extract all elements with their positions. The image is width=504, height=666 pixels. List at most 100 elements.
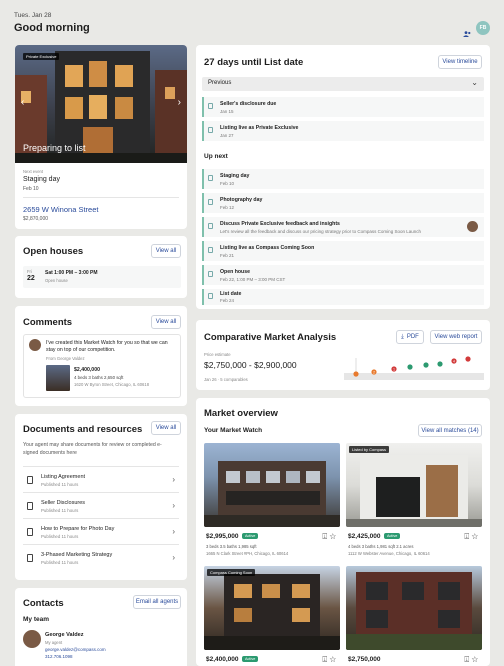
thumbs-down-icon[interactable]: ⍗ [464, 655, 469, 664]
timeline-item[interactable]: Listing live as Private Exclusive Jan 27 [202, 121, 484, 141]
document-subtitle: Published 11 hours [41, 482, 79, 487]
timeline-item[interactable]: Staging day Feb 10 [202, 169, 484, 189]
view-timeline-button[interactable]: View timeline [438, 55, 482, 69]
timeline-item-title: Seller's disclosure due [220, 101, 277, 107]
open-houses-view-all-button[interactable]: View all [151, 244, 181, 258]
listing-actions: ⍗ ☆ [322, 532, 336, 542]
open-houses-title: Open houses [23, 246, 84, 257]
agent-avatar [23, 630, 41, 648]
open-house-type: Open house [45, 278, 68, 283]
listing-status-badge: Active [242, 533, 259, 539]
chevron-left-icon[interactable]: ‹ [21, 97, 24, 108]
agent-phone[interactable]: 312.706.1098 [45, 654, 73, 659]
email-all-agents-button[interactable]: Email all agents [133, 595, 181, 609]
timeline-item[interactable]: Listing live as Compass Coming Soon Feb … [202, 241, 484, 261]
document-item[interactable]: 3-Phased Marketing Strategy Published 11… [23, 544, 179, 570]
timeline-item-desc: Let's review all the feedback and discus… [220, 229, 421, 234]
comparable-marker[interactable] [465, 356, 471, 362]
people-icon[interactable] [463, 24, 471, 37]
comparable-marker[interactable] [353, 371, 359, 377]
document-item[interactable]: How to Prepare for Photo Day Published 1… [23, 518, 179, 544]
avatar[interactable]: FB [476, 21, 490, 35]
comment-listing-meta: 4 beds 3 baths 2,650 sqft [74, 375, 124, 380]
timeline-item-title: Listing live as Private Exclusive [220, 125, 299, 131]
agent-name: George Valdez [45, 632, 84, 638]
chevron-right-icon: › [172, 475, 175, 484]
comment-item[interactable]: I've created this Market Watch for you s… [23, 334, 181, 398]
calendar-icon [208, 247, 213, 253]
listing-card[interactable]: $2,750,000 ⍗ ☆ [346, 566, 482, 665]
open-house-item[interactable]: Fri 22 Sat 1:00 PM – 3:00 PM Open house [23, 266, 181, 288]
comment-text: I've created this Market Watch for you s… [46, 340, 168, 354]
calendar-icon [208, 103, 213, 109]
timeline-item-title: Listing live as Compass Coming Soon [220, 245, 315, 251]
price-estimate: $2,750,000 - $2,900,000 [204, 360, 297, 370]
listing-price: $2,750,000 [348, 656, 381, 663]
open-house-daynum: 22 [27, 275, 35, 282]
listing-photo[interactable]: Listed by Compass [346, 443, 482, 527]
estimate-label: Price estimate [204, 352, 231, 357]
star-icon[interactable]: ☆ [329, 532, 336, 541]
comparable-marker[interactable] [423, 362, 429, 368]
thumbs-down-icon[interactable]: ⍗ [464, 532, 469, 541]
listing-card[interactable]: $2,995,000 Active ⍗ ☆ 3 beds 3.5 baths 1… [204, 443, 340, 561]
chevron-right-icon: › [172, 501, 175, 510]
listing-actions: ⍗ ☆ [464, 655, 478, 665]
timeline-item[interactable]: Photography day Feb 12 [202, 193, 484, 213]
property-address[interactable]: 2659 W Winona Street [23, 205, 98, 214]
header-date: Tues. Jan 28 [14, 12, 52, 19]
listing-card[interactable]: Listed by Compass $2,425,000 Active ⍗ ☆ … [346, 443, 482, 561]
timeline-item-date: Feb 10 [220, 181, 235, 186]
calendar-icon [208, 175, 213, 181]
comments-view-all-button[interactable]: View all [151, 315, 181, 329]
agent-email[interactable]: george.valdez@compass.com [45, 647, 106, 652]
listing-photo[interactable] [346, 566, 482, 650]
market-title: Market overview [204, 408, 278, 419]
listing-tag: Compass Coming Soon [207, 569, 256, 576]
up-next-label: Up next [204, 153, 228, 160]
timeline-item[interactable]: Open house Feb 22, 1:00 PM – 3:00 PM CST [202, 265, 484, 285]
thumbs-down-icon[interactable]: ⍗ [322, 655, 327, 664]
timeline-item-date: Jan 27 [220, 133, 234, 138]
document-item[interactable]: Seller Disclosures Published 11 hours › [23, 492, 179, 518]
comment-listing-price: $2,400,000 [74, 367, 100, 373]
listing-price: $2,995,000 [206, 533, 239, 540]
star-icon[interactable]: ☆ [471, 655, 478, 664]
timeline-item[interactable]: Discuss Private Exclusive feedback and i… [202, 217, 484, 237]
listing-tag: Listed by Compass [349, 446, 390, 453]
star-icon[interactable]: ☆ [471, 532, 478, 541]
comment-author: From George Valdez [46, 356, 85, 361]
documents-view-all-button[interactable]: View all [151, 421, 181, 435]
comparable-marker[interactable] [407, 364, 413, 370]
comments-card: Comments View all I've created this Mark… [15, 306, 187, 406]
calendar-icon [208, 271, 213, 277]
listing-photo[interactable] [204, 443, 340, 527]
calendar-icon [208, 199, 213, 205]
timeline-item-date: Feb 12 [220, 205, 235, 210]
view-web-report-button[interactable]: View web report [430, 330, 482, 344]
market-watch-label: Your Market Watch [204, 427, 263, 434]
comparable-marker[interactable] [437, 361, 443, 367]
listing-actions: ⍗ ☆ [464, 532, 478, 542]
pdf-button[interactable]: ⤓ PDF [396, 330, 424, 344]
agent-avatar [29, 339, 41, 351]
page-title: Good morning [14, 22, 90, 34]
document-item[interactable]: Listing Agreement Published 11 hours › [23, 466, 179, 492]
star-icon[interactable]: ☆ [329, 655, 336, 664]
thumbs-down-icon[interactable]: ⍗ [322, 532, 327, 541]
document-title: Listing Agreement [41, 474, 86, 480]
comments-title: Comments [23, 317, 73, 328]
timeline-item[interactable]: Seller's disclosure due Jan 15 [202, 97, 484, 117]
chevron-right-icon[interactable]: › [178, 97, 181, 108]
comment-listing-thumb [46, 365, 70, 391]
timeline-item[interactable]: List date Feb 24 [202, 289, 484, 305]
timeline-item-date: Feb 21 [220, 253, 235, 258]
previous-toggle[interactable]: Previous ⌄ [202, 77, 484, 91]
property-photo[interactable]: Private Exclusive ‹ › Preparing to list [15, 45, 187, 163]
view-all-matches-button[interactable]: View all matches (14) [418, 424, 482, 437]
listing-photo[interactable]: Compass Coming Soon [204, 566, 340, 650]
listing-card[interactable]: Compass Coming Soon $2,400,000 Active ⍗ … [204, 566, 340, 664]
timeline-item-date: Feb 22, 1:00 PM – 3:00 PM CST [220, 277, 286, 282]
timeline-item-date: Jan 15 [220, 109, 234, 114]
previous-label: Previous [208, 80, 232, 86]
